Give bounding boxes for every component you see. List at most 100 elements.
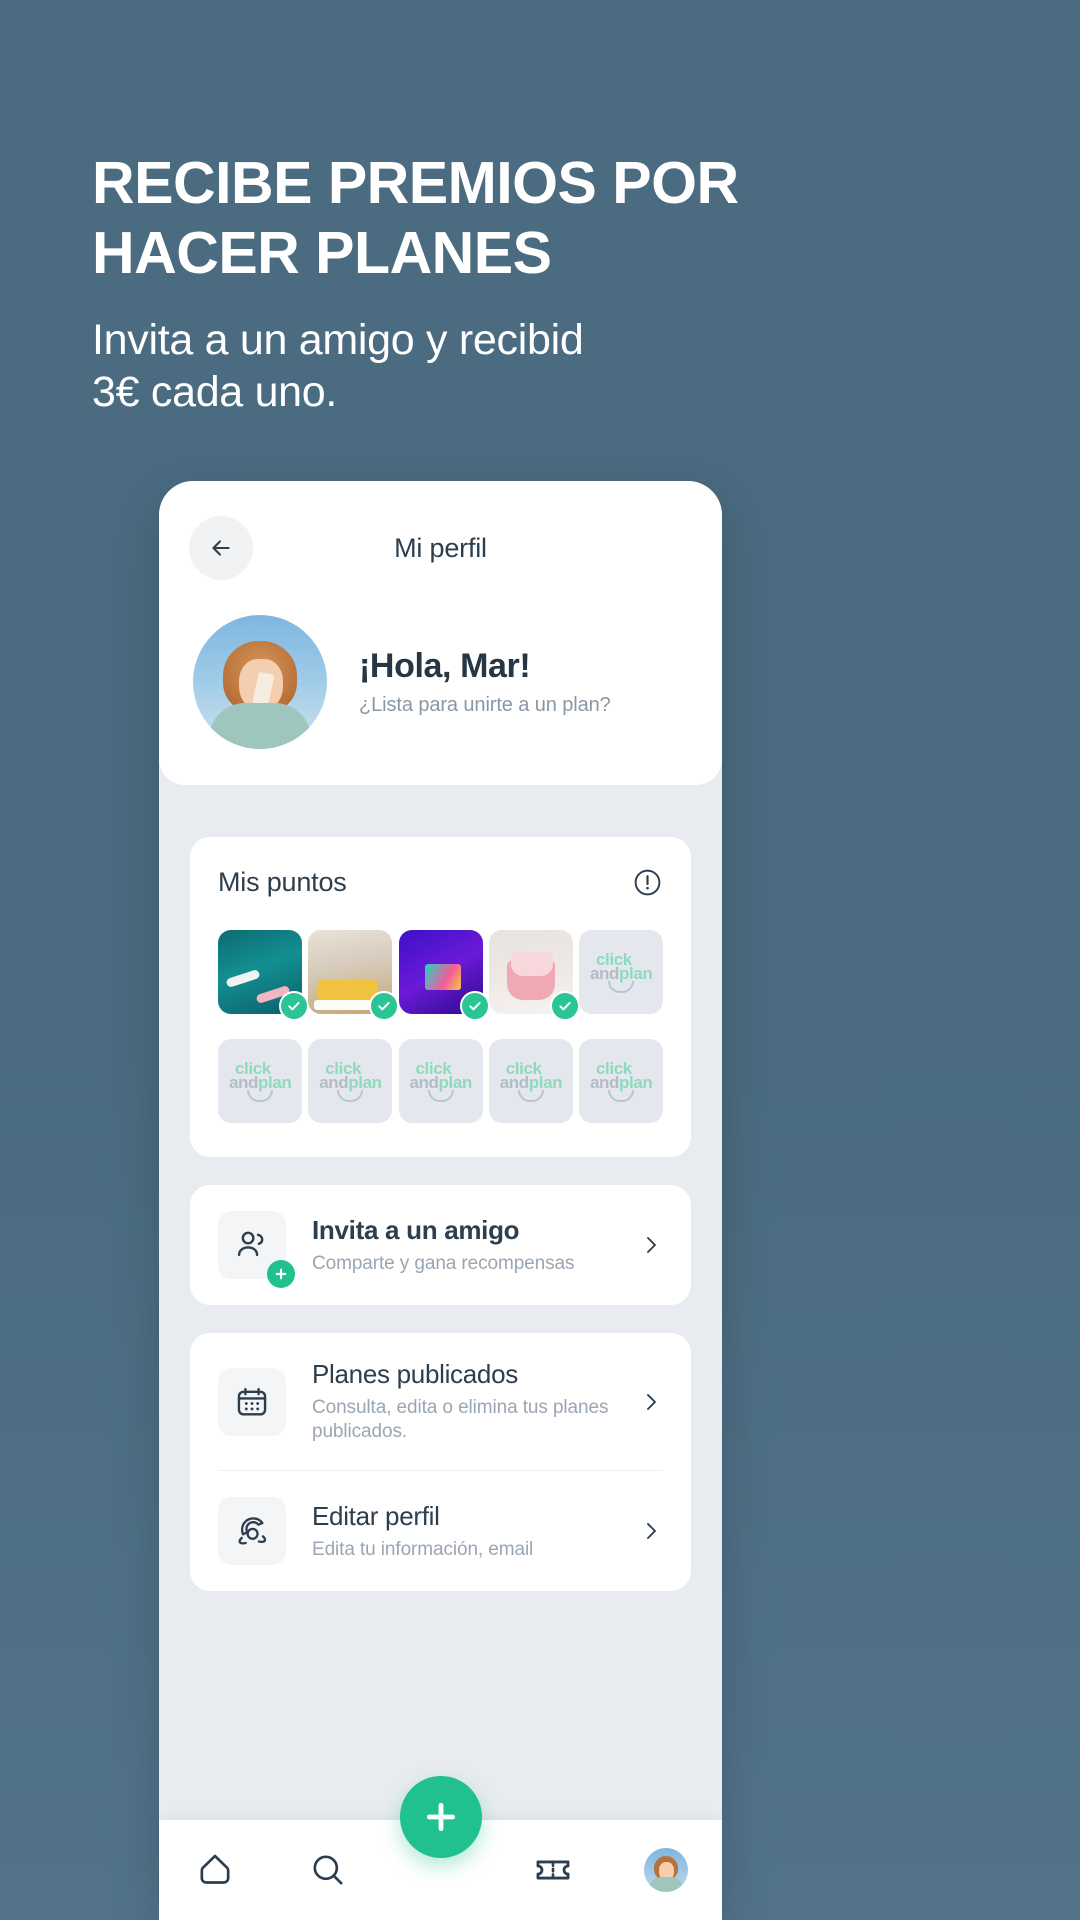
promo-headline: RECIBE PREMIOS POR HACER PLANES bbox=[92, 148, 792, 288]
brand-logo-icon: click andplan bbox=[319, 1060, 382, 1102]
logo-plan: plan bbox=[258, 1073, 292, 1092]
stamp-check-badge bbox=[369, 991, 400, 1021]
list-item[interactable]: Editar perfil Edita tu información, emai… bbox=[218, 1471, 663, 1591]
logo-plan: plan bbox=[348, 1073, 382, 1092]
greeting-block: ¡Hola, Mar! ¿Lista para unirte a un plan… bbox=[327, 647, 611, 717]
chevron-right-icon[interactable] bbox=[639, 1519, 663, 1543]
points-card: Mis puntos click andplan click andplan c… bbox=[190, 837, 691, 1157]
edit-profile-title: Editar perfil bbox=[312, 1500, 440, 1531]
promo-block: RECIBE PREMIOS POR HACER PLANES Invita a… bbox=[92, 148, 792, 418]
logo-and: and bbox=[499, 1073, 529, 1092]
profile-summary: ¡Hola, Mar! ¿Lista para unirte a un plan… bbox=[159, 589, 722, 749]
avatar-body bbox=[209, 703, 311, 749]
invite-title: Invita a un amigo bbox=[312, 1214, 520, 1245]
logo-andplan: andplan bbox=[499, 1073, 563, 1092]
screen-root: RECIBE PREMIOS POR HACER PLANES Invita a… bbox=[0, 0, 1080, 1920]
greeting-name: ¡Hola, Mar! bbox=[359, 647, 531, 685]
ticket-icon bbox=[536, 1860, 570, 1880]
home-icon bbox=[200, 1854, 230, 1884]
stamp-placeholder[interactable]: click andplan bbox=[579, 1039, 663, 1123]
calendar-icon bbox=[237, 1387, 267, 1415]
chevron-right-icon[interactable] bbox=[639, 1233, 663, 1257]
edit-profile-icon-wrap bbox=[218, 1497, 286, 1565]
back-button[interactable] bbox=[189, 516, 253, 580]
logo-and: and bbox=[229, 1073, 259, 1092]
logo-and: and bbox=[590, 1073, 620, 1092]
nav-item-profile[interactable] bbox=[635, 1839, 697, 1901]
check-icon bbox=[559, 1001, 571, 1011]
check-icon bbox=[288, 1001, 300, 1011]
stamp-check-badge bbox=[279, 991, 309, 1021]
settings-card: Planes publicados Consulta, edita o elim… bbox=[190, 1333, 691, 1591]
check-icon bbox=[468, 1001, 481, 1011]
invite-icon-wrap bbox=[218, 1211, 295, 1288]
promo-subheadline: Invita a un amigo y recibid 3€ cada uno. bbox=[92, 314, 792, 418]
greeting-prompt: ¿Lista para unirte a un plan? bbox=[359, 694, 611, 716]
stamp-card[interactable] bbox=[398, 930, 490, 1021]
search-icon bbox=[313, 1855, 343, 1885]
chevron-right-icon[interactable] bbox=[639, 1390, 663, 1414]
app-bar: Mi perfil bbox=[159, 507, 722, 589]
promo-subheadline-line1: Invita a un amigo y recibid bbox=[92, 316, 584, 364]
logo-and: and bbox=[590, 964, 620, 983]
logo-plan: plan bbox=[619, 1073, 653, 1092]
promo-subheadline-line2: 3€ cada uno. bbox=[92, 368, 338, 416]
invite-text: Invita a un amigo Comparte y gana recomp… bbox=[286, 1215, 639, 1276]
stamp-placeholder[interactable]: click andplan bbox=[398, 1039, 483, 1123]
stamp-check-badge bbox=[549, 991, 580, 1021]
logo-plan: plan bbox=[528, 1073, 563, 1092]
phone-mockup: Mi perfil ¡Hola, Mar! ¿Lista para unirte… bbox=[159, 481, 722, 1920]
stamp-card[interactable] bbox=[488, 930, 580, 1021]
list-item[interactable]: Planes publicados Consulta, edita o elim… bbox=[218, 1333, 663, 1470]
logo-andplan: andplan bbox=[409, 1073, 473, 1092]
bottom-navigation bbox=[159, 1776, 722, 1920]
invite-subtitle: Comparte y gana recompensas bbox=[312, 1252, 575, 1274]
brand-logo-icon: click andplan bbox=[229, 1060, 292, 1102]
edit-profile-text: Editar perfil Edita tu información, emai… bbox=[286, 1501, 639, 1562]
users-icon bbox=[237, 1231, 264, 1257]
nav-item-home[interactable] bbox=[184, 1839, 246, 1901]
list-item[interactable]: Invita a un amigo Comparte y gana recomp… bbox=[218, 1185, 663, 1305]
logo-and: and bbox=[319, 1073, 349, 1092]
arrow-left-icon bbox=[212, 540, 230, 556]
gear-icon bbox=[238, 1517, 267, 1545]
stamp-card[interactable] bbox=[218, 930, 309, 1021]
logo-andplan: andplan bbox=[590, 1073, 653, 1092]
avatar-icon bbox=[643, 1848, 688, 1892]
published-plans-icon-wrap bbox=[218, 1367, 286, 1436]
published-plans-text: Planes publicados Consulta, edita o elim… bbox=[286, 1359, 639, 1444]
published-plans-title: Planes publicados bbox=[312, 1359, 518, 1389]
plus-icon bbox=[275, 1268, 287, 1280]
profile-header-card: Mi perfil ¡Hola, Mar! ¿Lista para unirte… bbox=[159, 481, 722, 785]
nav-item-tickets[interactable] bbox=[522, 1839, 584, 1901]
info-circle-icon[interactable] bbox=[632, 867, 663, 898]
brand-logo-icon: click andplan bbox=[590, 951, 653, 993]
brand-logo-icon: click andplan bbox=[499, 1060, 563, 1102]
promo-headline-line1: RECIBE PREMIOS POR bbox=[92, 150, 739, 216]
stamp-placeholder[interactable]: click andplan bbox=[218, 1039, 302, 1123]
logo-plan: plan bbox=[619, 964, 653, 983]
invite-friend-card[interactable]: Invita a un amigo Comparte y gana recomp… bbox=[190, 1185, 691, 1305]
points-stamp-grid: click andplan click andplan click andpla… bbox=[218, 930, 663, 1123]
stamp-placeholder[interactable]: click andplan bbox=[488, 1039, 573, 1123]
check-icon bbox=[378, 1001, 390, 1011]
plus-circle-icon bbox=[267, 1260, 295, 1288]
brand-logo-icon: click andplan bbox=[590, 1060, 653, 1102]
stamp-check-badge bbox=[459, 991, 490, 1021]
plus-icon bbox=[426, 1802, 455, 1832]
stamp-card[interactable] bbox=[308, 930, 400, 1021]
nav-item-search[interactable] bbox=[297, 1839, 359, 1901]
points-header: Mis puntos bbox=[218, 867, 663, 898]
published-plans-subtitle: Consulta, edita o elimina tus planes pub… bbox=[312, 1397, 609, 1442]
edit-profile-subtitle: Edita tu información, email bbox=[312, 1538, 534, 1560]
brand-logo-icon: click andplan bbox=[410, 1060, 472, 1102]
logo-andplan: andplan bbox=[590, 964, 653, 983]
logo-andplan: andplan bbox=[319, 1073, 382, 1092]
points-title: Mis puntos bbox=[218, 867, 347, 897]
stamp-placeholder[interactable]: click andplan bbox=[308, 1039, 393, 1123]
stamp-placeholder[interactable]: click andplan bbox=[579, 930, 663, 1014]
create-plan-button[interactable] bbox=[399, 1776, 482, 1858]
logo-and: and bbox=[409, 1073, 439, 1092]
logo-andplan: andplan bbox=[229, 1073, 292, 1092]
avatar[interactable] bbox=[193, 615, 327, 749]
